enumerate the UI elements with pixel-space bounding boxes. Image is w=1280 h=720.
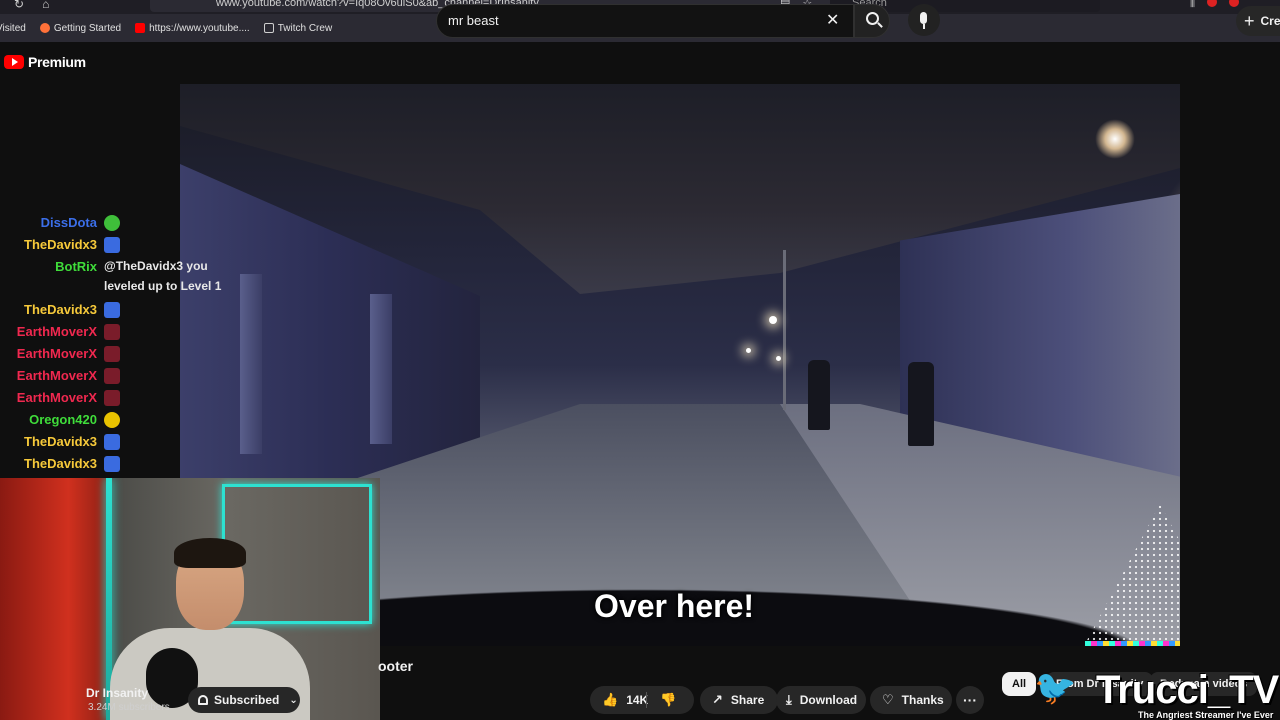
video-scene-pillar [370, 294, 392, 444]
bookmark-getting-started[interactable]: Getting Started [39, 23, 121, 34]
chat-username: BotRix [55, 259, 97, 274]
video-caption: Over here! [594, 588, 755, 624]
youtube-premium-logo[interactable]: Premium [4, 54, 86, 70]
chat-text: @TheDavidx3 you leveled up to Level 1 [104, 259, 222, 293]
video-scene-pole [783, 250, 786, 410]
chat-badge-icon [104, 412, 120, 428]
create-button[interactable]: + Cre [1236, 6, 1280, 36]
chat-message: TheDavidx3 [0, 453, 120, 475]
video-scoreboard-overlay [1028, 402, 1180, 492]
home-icon[interactable]: ⌂ [42, 0, 49, 11]
chat-username: TheDavidx3 [24, 456, 97, 471]
voice-search-mic-icon[interactable] [908, 4, 940, 36]
bookmark-youtube[interactable]: https://www.youtube.... [135, 23, 250, 34]
download-icon: ⤓ [786, 692, 792, 707]
stream-colorbar-overlay [1085, 641, 1180, 646]
video-scene-lamp [1095, 119, 1135, 159]
stream-badge-icon [104, 456, 120, 472]
extension-icon[interactable] [1207, 0, 1218, 7]
stream-chat-overlay: DissDota TheDavidx3 BotRix @TheDavidx3 y… [0, 212, 240, 474]
chat-username: EarthMoverX [16, 346, 97, 361]
chat-badge-icon [104, 346, 120, 362]
like-button[interactable]: 👍 14K 👎 [590, 686, 694, 714]
subscribed-button[interactable]: Subscribed ⌄ [188, 687, 300, 713]
chat-username: DissDota [40, 215, 97, 230]
chat-message: TheDavidx3 [0, 234, 120, 256]
stream-brand-logo: Trucci_TV [1096, 668, 1279, 712]
chat-message: DissDota [0, 212, 120, 234]
subscriber-count: 3.24M subscribers [88, 702, 170, 713]
adblock-icon[interactable] [1229, 0, 1240, 7]
chat-username: TheDavidx3 [24, 237, 97, 252]
youtube-play-icon [4, 55, 24, 69]
folder-icon [263, 23, 274, 33]
chat-username: TheDavidx3 [24, 434, 97, 449]
more-icon: ··· [963, 692, 977, 708]
clear-search-icon[interactable]: ✕ [826, 10, 839, 30]
video-scene-officer [808, 360, 830, 430]
video-scene-pillar [240, 274, 262, 454]
chat-username: EarthMoverX [16, 390, 97, 405]
chat-message: EarthMoverX [0, 343, 120, 365]
youtube-masthead: Premium [0, 42, 1280, 84]
chip-all[interactable]: All [1002, 672, 1037, 696]
stream-brand-tagline: The Angriest Streamer I've Ever [1138, 710, 1274, 720]
search-icon [866, 12, 879, 25]
browser-nav-icons: ↻ ⌂ [14, 0, 49, 11]
thanks-heart-icon: ♡ [882, 692, 894, 707]
chat-badge-icon [104, 215, 120, 231]
share-button[interactable]: ↗ Share [700, 686, 778, 714]
stream-badge-icon [104, 434, 120, 450]
share-icon: ↗ [712, 692, 723, 707]
like-divider [646, 692, 647, 708]
chat-message: EarthMoverX [0, 387, 120, 409]
chat-username: TheDavidx3 [24, 302, 97, 317]
video-scene-streetlight [769, 316, 777, 324]
library-icon[interactable]: ⫼ [1190, 0, 1195, 10]
chat-badge-icon [104, 368, 120, 384]
plus-icon: + [1244, 10, 1255, 31]
video-title: ooter [378, 658, 413, 674]
chat-username: EarthMoverX [16, 368, 97, 383]
chat-message: TheDavidx3 [0, 431, 120, 453]
thumbs-up-icon: 👍 [602, 692, 619, 707]
chat-username: EarthMoverX [16, 324, 97, 339]
reload-icon[interactable]: ↻ [14, 0, 24, 11]
bell-icon [198, 695, 208, 705]
thumbs-down-icon[interactable]: 👎 [660, 692, 676, 708]
chat-message: EarthMoverX [0, 321, 120, 343]
bookmark-twitch-crew[interactable]: Twitch Crew [263, 23, 332, 34]
chat-badge-icon [104, 324, 120, 340]
browser-toolbar-right: ⫼ [1190, 0, 1240, 10]
chat-message: TheDavidx3 [0, 299, 120, 321]
twitter-bird-icon: 🐦 [1034, 669, 1077, 707]
more-actions-button[interactable]: ··· [956, 686, 984, 714]
video-scene-streetlight [746, 348, 751, 353]
chat-message: BotRix @TheDavidx3 you leveled up to Lev… [0, 256, 234, 296]
video-scene-officer [908, 362, 934, 446]
chat-username: Oregon420 [29, 412, 97, 427]
chat-badge-icon [104, 390, 120, 406]
download-button[interactable]: ⤓ Download [776, 686, 866, 714]
webcam-streamer-hair [174, 538, 246, 568]
chat-message: EarthMoverX [0, 365, 120, 387]
stream-badge-icon [104, 302, 120, 318]
stream-badge-icon [104, 237, 120, 253]
bookmark-visited[interactable]: Visited [0, 23, 26, 34]
video-scene-streetlight [776, 356, 781, 361]
chevron-down-icon: ⌄ [289, 694, 298, 706]
youtube-icon [135, 23, 146, 33]
chat-message: Oregon420 [0, 409, 120, 431]
like-count: 14K [626, 693, 649, 707]
search-value[interactable]: mr beast [448, 13, 499, 28]
firefox-icon [39, 23, 50, 33]
thanks-button[interactable]: ♡ Thanks [870, 686, 952, 714]
channel-name[interactable]: Dr Insanity [86, 686, 148, 700]
streamer-webcam [0, 478, 380, 720]
